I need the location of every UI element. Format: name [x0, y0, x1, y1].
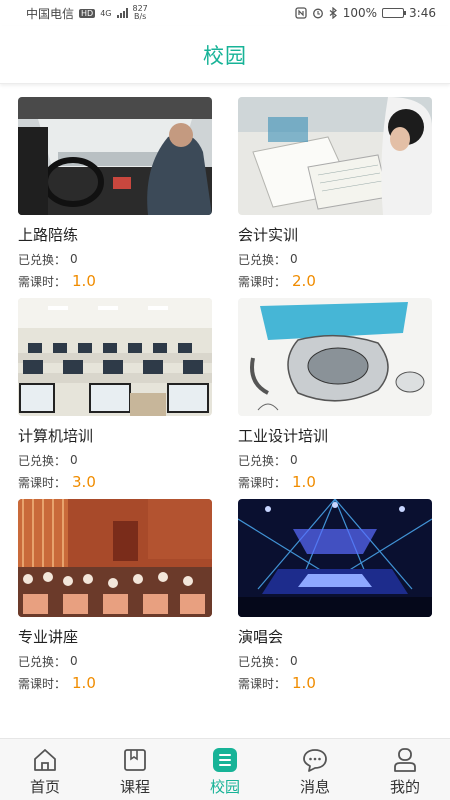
redeemed-count: 0 [290, 654, 298, 668]
lecture-hall-photo [18, 499, 212, 617]
course-card[interactable]: 上路陪练 已兑换： 0 需课时： 1.0 [18, 97, 212, 298]
course-title: 演唱会 [238, 628, 284, 646]
nfc-icon [295, 7, 307, 19]
book-icon [124, 749, 146, 771]
tab-campus[interactable]: 校园 [180, 739, 270, 800]
tab-label: 校园 [209, 778, 240, 796]
course-title: 专业讲座 [18, 628, 79, 646]
course-title: 会计实训 [238, 226, 299, 244]
campus-icon [213, 748, 237, 772]
hours-row: 需课时： 2.0 [238, 272, 432, 290]
hours-value: 1.0 [72, 272, 96, 290]
hours-label: 需课时： [238, 475, 287, 490]
vacuum-sketch-photo [238, 298, 432, 416]
course-card[interactable]: 演唱会 已兑换： 0 需课时： 1.0 [238, 499, 432, 700]
redeemed-count: 0 [70, 654, 78, 668]
status-bar: 中国电信 HD 4G 827 B/s 100% 3:46 [0, 0, 450, 26]
redeemed-label: 已兑换： [238, 654, 287, 669]
hours-row: 需课时： 1.0 [238, 473, 432, 491]
redeemed-label: 已兑换： [18, 252, 67, 267]
carrier-name: 中国电信 [26, 6, 75, 21]
tab-label: 首页 [29, 778, 60, 796]
hd-badge: HD [79, 8, 96, 18]
signal-icon [116, 8, 128, 18]
accounting-paperwork-photo [238, 97, 432, 215]
tab-label: 我的 [389, 778, 420, 796]
page-title: 校园 [203, 43, 247, 68]
tab-profile[interactable]: 我的 [360, 739, 450, 800]
course-card[interactable]: 会计实训 已兑换： 0 需课时： 2.0 [238, 97, 432, 298]
alarm-icon [312, 8, 323, 19]
bottom-tab-bar: 首页 课程 校园 消息 我的 [0, 738, 450, 800]
bluetooth-icon [329, 7, 337, 19]
tab-courses[interactable]: 课程 [90, 739, 180, 800]
hours-row: 需课时： 3.0 [18, 473, 212, 491]
redeemed-label: 已兑换： [18, 654, 67, 669]
hours-value: 1.0 [292, 473, 316, 491]
battery-icon [382, 8, 407, 18]
course-card[interactable]: 计算机培训 已兑换： 0 需课时： 3.0 [18, 298, 212, 499]
tab-home[interactable]: 首页 [0, 739, 90, 800]
hours-row: 需课时： 1.0 [18, 674, 212, 692]
hours-value: 1.0 [72, 674, 96, 692]
speed-unit: B/s [133, 12, 147, 21]
course-title: 工业设计培训 [238, 427, 329, 445]
hours-row: 需课时： 1.0 [238, 674, 432, 692]
redeemed-label: 已兑换： [238, 453, 287, 468]
tab-messages[interactable]: 消息 [270, 739, 360, 800]
status-left: 中国电信 HD 4G 827 B/s [26, 5, 148, 22]
hours-label: 需课时： [18, 475, 67, 490]
network-type: 4G [100, 8, 112, 18]
home-icon [34, 749, 56, 771]
status-right: 100% 3:46 [295, 6, 436, 20]
message-icon [303, 749, 327, 772]
redeemed-count: 0 [70, 453, 78, 467]
course-grid: 上路陪练 已兑换： 0 需课时： 1.0 会计实训 已兑换： 0 需课时： 2.0 [18, 97, 432, 700]
course-card[interactable]: 专业讲座 已兑换： 0 需课时： 1.0 [18, 499, 212, 700]
computer-lab-photo [18, 298, 212, 416]
course-title: 上路陪练 [18, 226, 79, 244]
tab-label: 课程 [119, 778, 150, 796]
hours-label: 需课时： [18, 274, 67, 289]
hours-label: 需课时： [18, 676, 67, 691]
course-title: 计算机培训 [18, 427, 94, 445]
hours-row: 需课时： 1.0 [18, 272, 212, 290]
clock: 3:46 [409, 6, 436, 20]
redeemed-row: 已兑换： 0 [18, 451, 212, 469]
hours-value: 2.0 [292, 272, 316, 290]
redeemed-label: 已兑换： [238, 252, 287, 267]
hours-value: 3.0 [72, 473, 96, 491]
redeemed-row: 已兑换： 0 [238, 250, 432, 268]
concert-stage-photo [238, 499, 432, 617]
course-card[interactable]: 工业设计培训 已兑换： 0 需课时： 1.0 [238, 298, 432, 499]
hours-value: 1.0 [292, 674, 316, 692]
redeemed-count: 0 [290, 453, 298, 467]
network-speed: 827 B/s [133, 5, 148, 21]
redeemed-row: 已兑换： 0 [18, 652, 212, 670]
hours-label: 需课时： [238, 274, 287, 289]
driving-car-photo [18, 97, 212, 215]
redeemed-row: 已兑换： 0 [238, 451, 432, 469]
redeemed-count: 0 [70, 252, 78, 266]
redeemed-row: 已兑换： 0 [18, 250, 212, 268]
hours-label: 需课时： [238, 676, 287, 691]
redeemed-count: 0 [290, 252, 298, 266]
battery-percent: 100% [342, 6, 378, 20]
page-header: 校园 [0, 26, 450, 84]
redeemed-row: 已兑换： 0 [238, 652, 432, 670]
tab-label: 消息 [299, 778, 330, 796]
redeemed-label: 已兑换： [18, 453, 67, 468]
profile-icon [394, 748, 416, 772]
